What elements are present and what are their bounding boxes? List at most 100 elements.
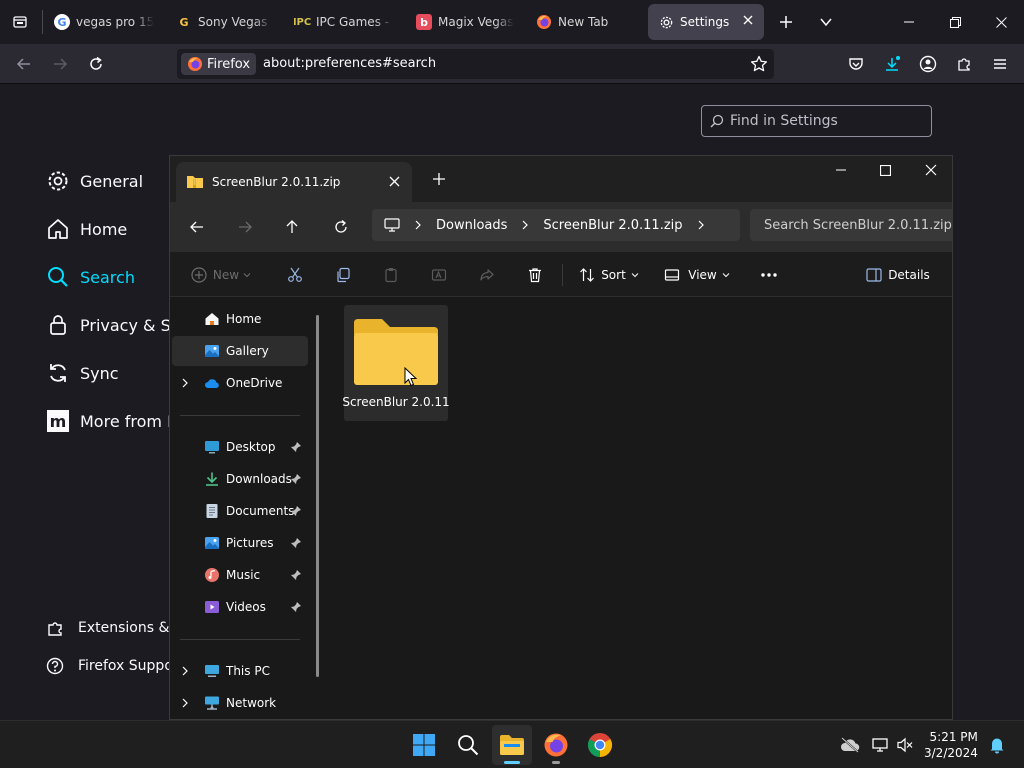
pin-icon[interactable] bbox=[290, 473, 302, 485]
view-button[interactable]: View bbox=[662, 260, 732, 290]
close-tab-button[interactable] bbox=[389, 176, 400, 187]
taskbar-file-explorer[interactable] bbox=[492, 725, 532, 765]
details-button[interactable]: Details bbox=[862, 260, 934, 290]
taskbar-firefox[interactable] bbox=[536, 725, 576, 765]
tab-sony-vegas[interactable]: G Sony Vegas Pr bbox=[176, 4, 272, 40]
identity-box[interactable]: Firefox bbox=[181, 53, 257, 75]
notifications-button[interactable] bbox=[984, 725, 1010, 765]
back-button[interactable] bbox=[10, 50, 38, 78]
restore-button[interactable] bbox=[932, 0, 978, 44]
taskbar-chrome[interactable] bbox=[580, 725, 620, 765]
extensions-button[interactable] bbox=[950, 50, 978, 78]
nav-item-videos[interactable]: Videos bbox=[172, 592, 308, 622]
back-button[interactable] bbox=[182, 212, 212, 242]
folder-icon bbox=[354, 319, 438, 385]
close-window-button[interactable] bbox=[978, 0, 1024, 44]
copy-button[interactable] bbox=[328, 260, 358, 290]
list-all-tabs-button[interactable] bbox=[812, 8, 840, 36]
firefox-view-button[interactable] bbox=[6, 8, 34, 36]
pin-icon[interactable] bbox=[290, 505, 302, 517]
forward-button[interactable] bbox=[230, 212, 260, 242]
more-options-button[interactable] bbox=[754, 260, 784, 290]
find-in-settings-input[interactable]: Find in Settings bbox=[701, 105, 932, 137]
tab-ipc-games[interactable]: IPC IPC Games - IP bbox=[294, 4, 394, 40]
pin-icon[interactable] bbox=[290, 537, 302, 549]
volume-muted-icon bbox=[897, 737, 913, 753]
app-menu-button[interactable] bbox=[986, 50, 1014, 78]
category-privacy[interactable]: Privacy & Se bbox=[46, 310, 181, 340]
breadcrumb[interactable]: Downloads ScreenBlur 2.0.11.zip bbox=[372, 209, 740, 241]
folder-item[interactable]: ScreenBlur 2.0.11 bbox=[342, 305, 450, 421]
pin-icon[interactable] bbox=[290, 441, 302, 453]
reload-button[interactable] bbox=[82, 50, 110, 78]
pin-icon[interactable] bbox=[290, 569, 302, 581]
taskbar-clock[interactable]: 5:21 PM 3/2/2024 bbox=[924, 729, 978, 761]
file-explorer-window: ScreenBlur 2.0.11.zip Downloads ScreenBl… bbox=[169, 155, 953, 720]
minimize-button[interactable] bbox=[818, 156, 864, 184]
delete-button[interactable] bbox=[520, 260, 550, 290]
chevron-right-icon[interactable] bbox=[178, 698, 192, 708]
maximize-button[interactable] bbox=[862, 156, 908, 184]
account-button[interactable] bbox=[914, 50, 942, 78]
start-button[interactable] bbox=[404, 725, 444, 765]
running-indicator bbox=[504, 761, 520, 764]
arrow-right-icon bbox=[54, 58, 68, 70]
category-more-from-mozilla[interactable]: m More from M bbox=[46, 406, 181, 436]
onedrive-tray[interactable] bbox=[832, 725, 868, 765]
computer-icon bbox=[205, 665, 219, 677]
nav-item-downloads[interactable]: Downloads bbox=[172, 464, 308, 494]
refresh-button[interactable] bbox=[326, 212, 356, 242]
up-button[interactable] bbox=[277, 212, 307, 242]
nav-item-onedrive[interactable]: OneDrive bbox=[172, 368, 308, 398]
taskbar-search-button[interactable] bbox=[448, 725, 488, 765]
nav-item-gallery[interactable]: Gallery bbox=[172, 336, 308, 366]
downloads-button[interactable] bbox=[878, 50, 906, 78]
monitor-icon bbox=[384, 218, 400, 232]
tab-vegas-pro[interactable]: G vegas pro 15 - bbox=[54, 4, 154, 40]
minimize-button[interactable] bbox=[886, 0, 932, 44]
share-button[interactable] bbox=[472, 260, 502, 290]
url-text[interactable]: about:preferences#search bbox=[263, 56, 436, 71]
category-general[interactable]: General bbox=[46, 166, 143, 196]
firefox-support-link[interactable]: Firefox Support bbox=[46, 654, 184, 678]
chevron-right-icon[interactable] bbox=[178, 378, 192, 388]
rename-button[interactable] bbox=[424, 260, 454, 290]
close-window-button[interactable] bbox=[908, 156, 952, 184]
cut-button[interactable] bbox=[280, 260, 310, 290]
bookmark-star-button[interactable] bbox=[750, 55, 768, 73]
new-tab-button[interactable] bbox=[772, 8, 800, 36]
breadcrumb-zip[interactable]: ScreenBlur 2.0.11.zip bbox=[543, 218, 682, 233]
nav-item-this-pc[interactable]: This PC bbox=[172, 656, 308, 686]
nav-item-network[interactable]: Network bbox=[172, 688, 308, 718]
sort-button[interactable]: Sort bbox=[574, 260, 644, 290]
url-bar[interactable]: Firefox about:preferences#search bbox=[177, 49, 774, 79]
close-tab-button[interactable] bbox=[742, 14, 754, 26]
pin-icon[interactable] bbox=[290, 601, 302, 613]
category-home[interactable]: Home bbox=[46, 214, 127, 244]
new-tab-button[interactable] bbox=[432, 172, 446, 186]
new-button[interactable]: New bbox=[186, 260, 256, 290]
explorer-tab[interactable]: ScreenBlur 2.0.11.zip bbox=[176, 162, 412, 202]
nav-item-home[interactable]: Home bbox=[172, 304, 308, 334]
category-sync[interactable]: Sync bbox=[46, 358, 119, 388]
nav-item-documents[interactable]: Documents bbox=[172, 496, 308, 526]
category-search[interactable]: Search bbox=[46, 262, 135, 292]
forward-button[interactable] bbox=[46, 50, 74, 78]
chevron-right-icon[interactable] bbox=[178, 666, 192, 676]
nav-item-music[interactable]: Music bbox=[172, 560, 308, 590]
breadcrumb-downloads[interactable]: Downloads bbox=[436, 218, 507, 233]
pocket-button[interactable] bbox=[842, 50, 870, 78]
extensions-themes-link[interactable]: Extensions & T bbox=[46, 616, 182, 640]
sync-icon bbox=[50, 364, 66, 382]
paste-button[interactable] bbox=[376, 260, 406, 290]
nav-pane-scrollbar[interactable] bbox=[316, 315, 319, 677]
chevron-right-icon bbox=[521, 220, 529, 230]
nav-item-pictures[interactable]: Pictures bbox=[172, 528, 308, 558]
close-icon bbox=[995, 16, 1007, 28]
tab-settings[interactable]: Settings bbox=[648, 4, 764, 40]
tab-magix-vegas[interactable]: b Magix Vegas P bbox=[416, 4, 514, 40]
quick-settings-tray[interactable] bbox=[868, 725, 918, 765]
nav-item-desktop[interactable]: Desktop bbox=[172, 432, 308, 462]
tab-new-tab[interactable]: New Tab bbox=[536, 4, 626, 40]
explorer-search-input[interactable]: Search ScreenBlur 2.0.11.zip bbox=[750, 209, 952, 241]
